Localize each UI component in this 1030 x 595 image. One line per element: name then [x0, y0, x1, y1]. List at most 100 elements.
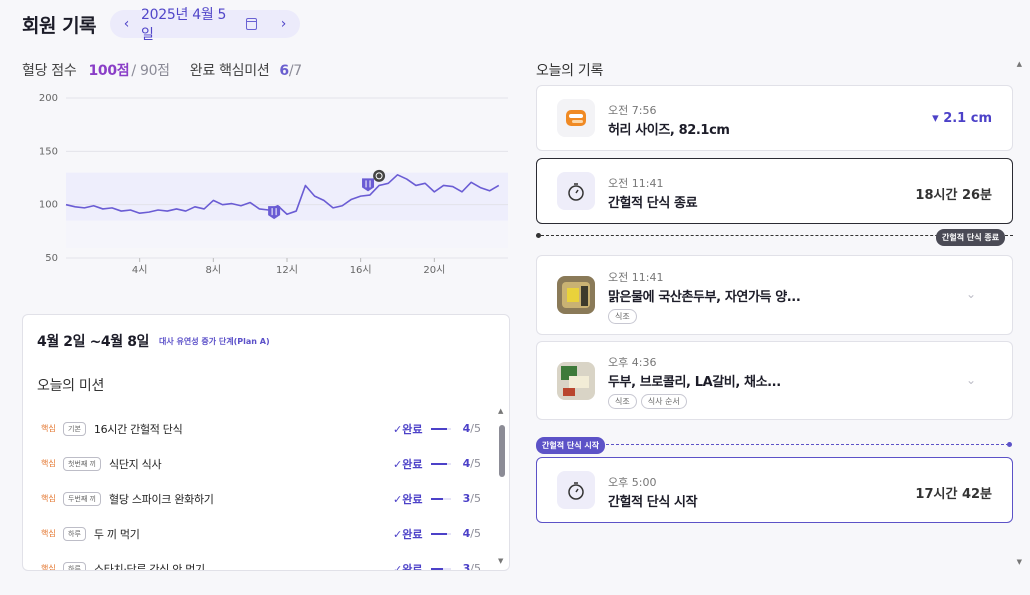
mission-done-label: 완료 — [402, 562, 423, 571]
mission-tag: 첫번째 끼 — [63, 456, 101, 471]
record-title: 허리 사이즈, 82.1cm — [608, 123, 730, 138]
mission-progress-bar — [431, 497, 451, 500]
mission-header: 4월 2일 ~4월 8일 대사 유연성 증가 단계(Plan A) — [37, 331, 270, 351]
mission-subtitle: 오늘의 미션 — [37, 378, 105, 394]
scroll-down-icon[interactable]: ▼ — [1017, 558, 1022, 566]
mission-done: ✓완료 — [393, 421, 431, 437]
mission-count: 4/5 — [457, 457, 481, 470]
mission-panel: 4월 2일 ~4월 8일 대사 유연성 증가 단계(Plan A) 오늘의 미션… — [22, 314, 510, 571]
stopwatch-icon — [557, 471, 595, 509]
glucose-chart: 200 150 100 50 4시 8시 12시 16시 20시 — [30, 88, 510, 278]
waist-change: ▾ 2.1 cm — [932, 111, 992, 126]
mission-done: ✓완료 — [393, 526, 431, 542]
mission-name: 두 끼 먹기 — [93, 527, 140, 541]
records-title: 오늘의 기록 — [536, 63, 604, 79]
date-navigator: ‹ 2025년 4월 5일 › — [110, 7, 301, 43]
tag: 식조 — [608, 309, 637, 324]
record-time: 오후 4:36 — [608, 356, 657, 369]
stopwatch-icon — [557, 172, 595, 210]
chevron-down-icon[interactable]: ⌄ — [966, 287, 976, 301]
score-label: 혈당 점수 — [22, 63, 77, 79]
record-card-waist[interactable]: 오전 7:56 허리 사이즈, 82.1cm ▾ 2.1 cm — [536, 85, 1013, 151]
mission-item[interactable]: 핵심 하루 두 끼 먹기 ✓완료 4/5 — [41, 516, 481, 551]
tag: 식사 순서 — [640, 394, 687, 409]
mission-count-total: /5 — [470, 457, 481, 470]
y-tick-label: 200 — [39, 93, 58, 104]
scrollbar-thumb[interactable] — [499, 425, 505, 477]
mission-count: 3/5 — [457, 562, 481, 570]
y-tick-label: 150 — [39, 146, 58, 157]
chevron-left-icon[interactable]: ‹ — [120, 16, 133, 32]
header: 회원 기록 ‹ 2025년 4월 5일 › — [22, 7, 301, 43]
x-tick-label: 16시 — [350, 264, 372, 276]
mission-item[interactable]: 핵심 첫번째 끼 식단지 식사 ✓완료 4/5 — [41, 446, 481, 481]
mission-count: 4/5 — [457, 527, 481, 540]
record-title: 간헐적 단식 종료 — [608, 196, 698, 211]
mission-tag: 하루 — [63, 526, 86, 541]
record-card-fast-end[interactable]: 오전 11:41 간헐적 단식 종료 18시간 26분 — [536, 158, 1013, 224]
mission-item[interactable]: 핵심 두번째 끼 혈당 스파이크 완화하기 ✓완료 3/5 — [41, 481, 481, 516]
mission-item[interactable]: 핵심 하루 스타치·당류 간식 안 먹기 ✓완료 3/5 — [41, 551, 481, 571]
record-time: 오후 5:00 — [608, 476, 657, 489]
mission-progress-bar — [431, 462, 451, 465]
y-tick-label: 100 — [39, 200, 58, 211]
mission-count-total: /5 — [470, 527, 481, 540]
page-title: 회원 기록 — [22, 14, 97, 37]
check-icon: ✓ — [393, 562, 403, 571]
record-card-meal[interactable]: 오전 11:41 맑은물에 국산촌두부, 자연가득 양... 식조 ⌄ — [536, 255, 1013, 335]
page: 회원 기록 ‹ 2025년 4월 5일 › 혈당 점수 100점 / 90점 완… — [0, 0, 1030, 595]
x-tick-label: 4시 — [132, 264, 148, 276]
calendar-icon[interactable] — [245, 18, 258, 30]
mission-done-label: 완료 — [402, 422, 423, 436]
food-photo-icon — [557, 276, 595, 314]
mission-list: 핵심 기본 16시간 간헐적 단식 ✓완료 4/5 핵심 첫번째 끼 식단지 식사 ✓완료 4/5… — [41, 411, 481, 571]
record-title: 맑은물에 국산촌두부, 자연가득 양... — [608, 290, 801, 305]
x-tick-label: 20시 — [423, 264, 445, 276]
scroll-down-icon[interactable]: ▼ — [498, 557, 503, 565]
mission-count-value: 6 — [279, 63, 289, 79]
record-time: 오전 11:41 — [608, 271, 664, 284]
x-tick-label: 12시 — [276, 264, 298, 276]
x-tick-label: 8시 — [206, 264, 222, 276]
mission-item[interactable]: 핵심 기본 16시간 간헐적 단식 ✓완료 4/5 — [41, 411, 481, 446]
mission-progress-bar — [431, 532, 451, 535]
fast-duration: 17시간 42분 — [915, 487, 992, 502]
food-photo-icon — [557, 362, 595, 400]
fast-start-pill: 간헐적 단식 시작 — [536, 437, 606, 454]
mission-count: 3/5 — [457, 492, 481, 505]
chevron-down-icon[interactable]: ⌄ — [966, 373, 976, 387]
core-badge: 핵심 — [41, 494, 56, 503]
mission-count-total: /7 — [288, 63, 302, 79]
record-title: 두부, 브로콜리, LA갈비, 채소... — [608, 375, 781, 390]
record-card-meal[interactable]: 오후 4:36 두부, 브로콜리, LA갈비, 채소... 식조 식사 순서 ⌄ — [536, 341, 1013, 420]
y-tick-label: 50 — [45, 253, 58, 264]
chevron-right-icon[interactable]: › — [277, 16, 290, 32]
record-time: 오전 7:56 — [608, 104, 657, 117]
record-title: 간헐적 단식 시작 — [608, 495, 698, 510]
mission-progress-fill — [431, 532, 447, 535]
mission-tag: 기본 — [63, 421, 86, 436]
mission-done: ✓완료 — [393, 491, 431, 507]
timer-marker-icon — [373, 169, 386, 182]
records-panel: 오늘의 기록 ▲ 오전 7:56 허리 사이즈, 82.1cm ▾ 2.1 cm — [536, 0, 1028, 595]
check-icon: ✓ — [393, 527, 403, 541]
current-date: 2025년 4월 5일 — [141, 7, 227, 43]
mission-tag: 하루 — [63, 561, 86, 570]
glucose-chart-svg: 200 150 100 50 4시 8시 12시 16시 20시 — [39, 93, 508, 276]
check-icon: ✓ — [393, 422, 403, 436]
scroll-up-icon[interactable]: ▲ — [1017, 60, 1022, 68]
score-total: / 90점 — [131, 63, 170, 79]
record-card-fast-start[interactable]: 오후 5:00 간헐적 단식 시작 17시간 42분 — [536, 457, 1013, 523]
core-badge: 핵심 — [41, 459, 56, 468]
record-tags: 식조 식사 순서 — [608, 394, 687, 409]
mission-stage: 대사 유연성 증가 단계(Plan A) — [159, 336, 270, 346]
mission-scrollbar[interactable]: ▲ ▼ — [498, 407, 505, 567]
mission-name: 혈당 스파이크 완화하기 — [109, 492, 214, 506]
mission-done: ✓완료 — [393, 456, 431, 472]
score-value: 100점 — [88, 63, 130, 79]
mission-name: 16시간 간헐적 단식 — [93, 422, 183, 436]
mission-count-label: 완료 핵심미션 — [189, 63, 270, 79]
scroll-up-icon[interactable]: ▲ — [498, 407, 503, 415]
mission-done-label: 완료 — [402, 492, 423, 506]
mission-done: ✓완료 — [393, 561, 431, 571]
